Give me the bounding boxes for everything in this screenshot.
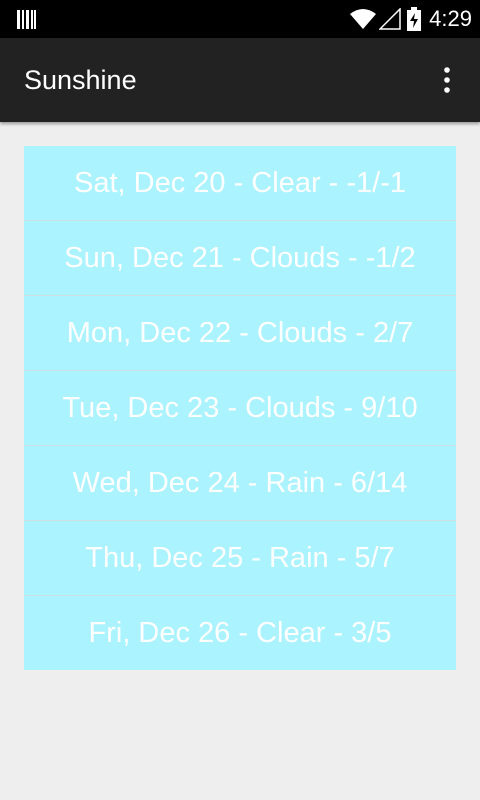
forecast-item[interactable]: Thu, Dec 25 - Rain - 5/7 <box>24 521 456 596</box>
forecast-item[interactable]: Fri, Dec 26 - Clear - 3/5 <box>24 596 456 670</box>
status-time: 4:29 <box>429 6 472 31</box>
barcode-icon <box>17 10 36 29</box>
forecast-item[interactable]: Mon, Dec 22 - Clouds - 2/7 <box>24 296 456 371</box>
action-bar: Sunshine <box>0 38 480 122</box>
app-title: Sunshine <box>24 65 137 95</box>
forecast-item[interactable]: Tue, Dec 23 - Clouds - 9/10 <box>24 371 456 446</box>
status-bar: 4:29 <box>0 0 480 38</box>
overflow-menu-icon <box>444 67 450 93</box>
wifi-icon <box>350 9 377 29</box>
battery-charging-icon <box>407 7 422 31</box>
status-icons: 4:29 <box>349 0 472 38</box>
forecast-item[interactable]: Wed, Dec 24 - Rain - 6/14 <box>24 446 456 521</box>
signal-icon <box>379 8 401 30</box>
forecast-item[interactable]: Sun, Dec 21 - Clouds - -1/2 <box>24 221 456 296</box>
forecast-item[interactable]: Sat, Dec 20 - Clear - -1/-1 <box>24 146 456 221</box>
forecast-list: Sat, Dec 20 - Clear - -1/-1 Sun, Dec 21 … <box>24 146 456 670</box>
overflow-menu-button[interactable] <box>436 66 458 94</box>
